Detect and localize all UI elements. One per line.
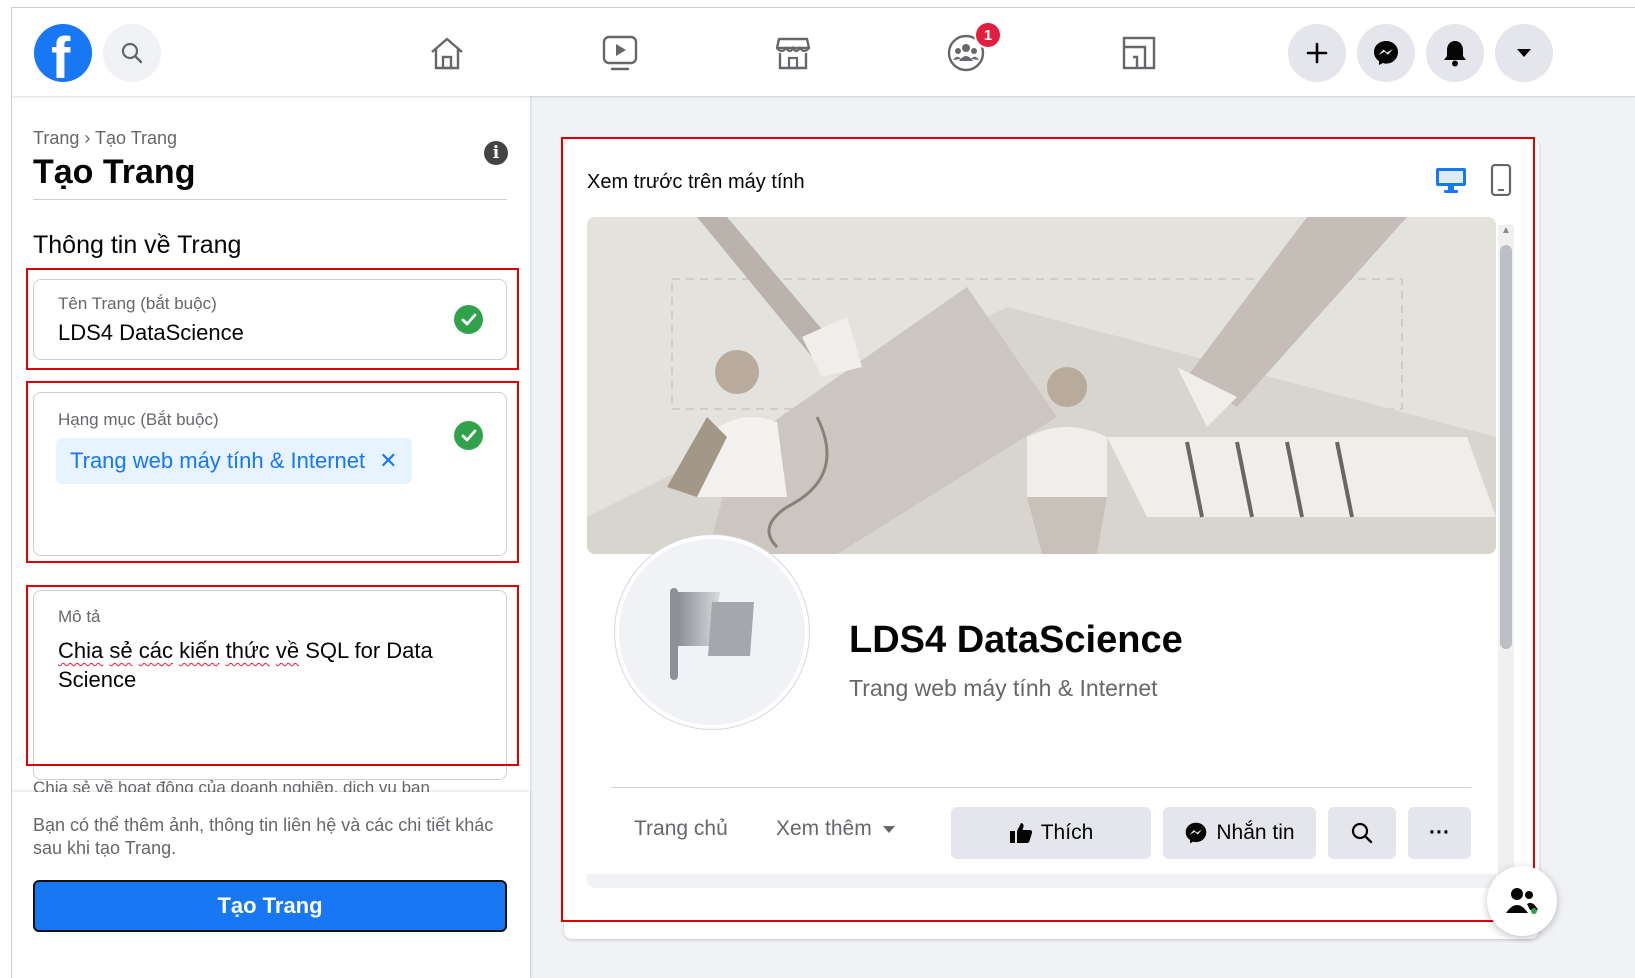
mobile-preview-toggle[interactable] — [1490, 163, 1512, 201]
info-icon[interactable]: i — [484, 141, 508, 165]
category-field[interactable]: Hạng mục (Bắt buộc) Trang web máy tính &… — [33, 392, 507, 556]
preview-bottom-edge — [587, 874, 1496, 888]
like-button[interactable]: Thích — [951, 807, 1151, 859]
search-button[interactable] — [103, 24, 161, 82]
search-icon — [121, 42, 143, 64]
gaming-icon — [1122, 36, 1156, 70]
desktop-preview-toggle[interactable] — [1435, 166, 1467, 199]
gaming-tab[interactable] — [1118, 32, 1160, 74]
notifications-button[interactable] — [1426, 24, 1484, 82]
preview-scroll-thumb[interactable] — [1500, 245, 1512, 649]
marketplace-icon — [775, 37, 811, 70]
more-options-icon: ··· — [1429, 821, 1450, 844]
section-title: Thông tin về Trang — [33, 231, 242, 259]
message-button-label: Nhắn tin — [1216, 821, 1295, 844]
account-menu-button[interactable] — [1495, 24, 1553, 82]
more-options-button[interactable]: ··· — [1408, 807, 1471, 859]
check-circle-icon — [454, 305, 483, 334]
preview-page-name: LDS4 DataScience — [849, 619, 1183, 661]
category-label: Hạng mục (Bắt buộc) — [58, 410, 219, 429]
category-chip-label: Trang web máy tính & Internet — [70, 448, 366, 473]
mobile-phone-icon — [1490, 163, 1512, 197]
caret-down-icon — [882, 825, 895, 833]
watch-tab[interactable] — [599, 32, 641, 74]
desktop-icon — [1436, 168, 1466, 193]
create-page-button[interactable]: Tạo Trang — [33, 880, 507, 932]
desktop-preview-card: Xem trước trên máy tính ▲ LDS4 DataScien… — [564, 139, 1539, 939]
top-navigation-bar: f 1 — [12, 8, 1635, 96]
cover-illustration — [587, 217, 1496, 554]
video-icon — [602, 35, 638, 71]
category-chip[interactable]: Trang web máy tính & Internet ✕ — [56, 438, 412, 484]
messenger-icon — [1374, 41, 1398, 65]
scroll-up-arrow-icon[interactable]: ▲ — [1501, 225, 1511, 236]
description-label: Mô tả — [58, 607, 101, 626]
check-circle-icon — [454, 421, 483, 450]
facebook-logo-icon[interactable]: f — [34, 24, 92, 82]
preview-divider — [611, 787, 1471, 788]
messenger-button[interactable] — [1357, 24, 1415, 82]
create-button[interactable] — [1288, 24, 1346, 82]
page-name-value[interactable]: LDS4 DataScience — [58, 320, 244, 346]
description-field[interactable]: Mô tả Chia sẻ các kiến thức về SQL for D… — [33, 590, 507, 780]
page-name-label: Tên Trang (bắt buộc) — [58, 294, 217, 313]
description-textarea[interactable]: Chia sẻ các kiến thức về SQL for Data Sc… — [58, 636, 478, 694]
close-icon[interactable]: ✕ — [379, 448, 397, 474]
bottom-note: Bạn có thể thêm ảnh, thông tin liên hệ v… — [33, 815, 494, 858]
caret-down-icon — [1517, 49, 1531, 57]
messenger-icon — [1186, 822, 1207, 844]
message-button[interactable]: Nhắn tin — [1163, 807, 1316, 859]
tab-home[interactable]: Trang chủ — [634, 817, 728, 841]
like-button-label: Thích — [1040, 821, 1094, 844]
preview-page-category: Trang web máy tính & Internet — [849, 675, 1158, 701]
description-hint: Chia sẻ về hoạt động của doanh nghiệp, d… — [33, 778, 430, 792]
breadcrumb[interactable]: Trang › Tạo Trang — [33, 128, 177, 149]
title-divider — [33, 199, 507, 200]
browser-frame: f 1 Trang › Tạo Trang Tạo Trang i Thông … — [11, 7, 1635, 978]
preview-title: Xem trước trên máy tính — [587, 171, 805, 193]
thumbs-up-icon — [1009, 823, 1032, 843]
preview-search-button[interactable] — [1328, 807, 1396, 859]
plus-icon — [1306, 42, 1328, 64]
people-icon — [1506, 888, 1538, 914]
bell-icon — [1444, 41, 1466, 67]
tab-more-label: Xem thêm — [776, 817, 872, 840]
profile-picture — [615, 535, 809, 729]
search-icon — [1351, 822, 1373, 844]
flag-icon — [670, 588, 754, 680]
home-tab[interactable] — [426, 32, 468, 74]
marketplace-tab[interactable] — [772, 32, 814, 74]
bottom-action-bar: Bạn có thể thêm ảnh, thông tin liên hệ v… — [12, 792, 530, 978]
page-name-field[interactable]: Tên Trang (bắt buộc) LDS4 DataScience — [33, 279, 507, 360]
page-title: Tạo Trang — [33, 153, 196, 191]
new-message-fab[interactable] — [1487, 866, 1557, 936]
tab-more[interactable]: Xem thêm — [776, 817, 896, 841]
notification-count-badge: 1 — [974, 21, 1002, 49]
home-icon — [431, 37, 463, 70]
preview-canvas: ▲ LDS4 DataScience Trang web máy tính & … — [587, 217, 1519, 939]
